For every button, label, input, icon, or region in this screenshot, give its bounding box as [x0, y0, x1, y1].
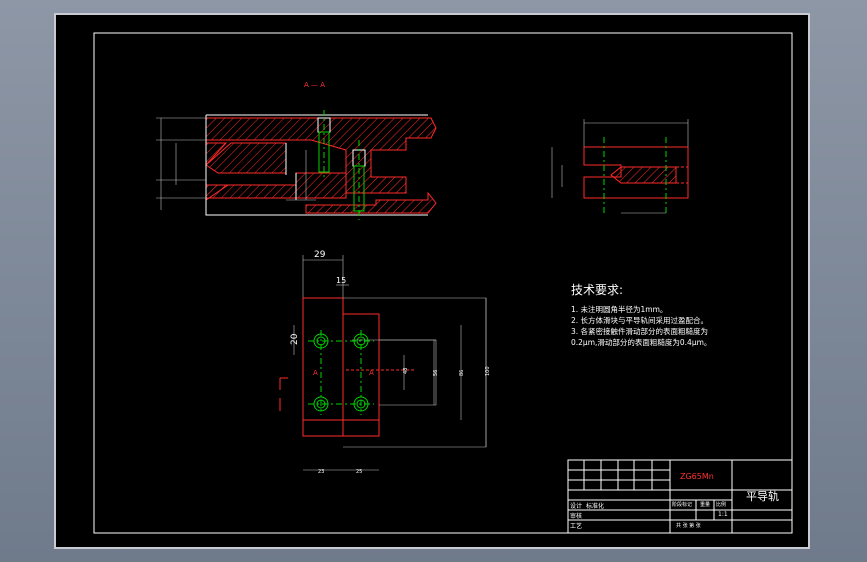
label-design: 设计: [570, 503, 583, 510]
dim-bottom-left: 23: [318, 469, 324, 475]
dim-width-total: 29: [314, 250, 326, 260]
section-mark-left: A: [313, 369, 318, 377]
dim-bottom-right: 25: [356, 469, 362, 475]
dim-width-inner: 15: [336, 276, 346, 285]
tech-item: 3. 各紧密接触件滑动部分的表面粗糙度为: [571, 327, 709, 336]
tech-item: 1. 未注明圆角半径为1mm。: [571, 305, 668, 314]
label-stage: 阶段标记: [672, 502, 693, 508]
top-view: 29 15 A A 20 48 56 86 100 23 25: [279, 250, 491, 475]
part-name: 平导轨: [746, 490, 779, 503]
label-review: 审核: [570, 513, 583, 520]
scale-value: 1:1: [718, 511, 728, 518]
section-mark-right: A: [369, 369, 374, 377]
tech-requirements: 技术要求: 1. 未注明圆角半径为1mm。 2. 长方体滑块与平导轨间采用过盈配…: [571, 281, 711, 348]
tech-title: 技术要求:: [571, 283, 624, 297]
label-process: 工艺: [570, 523, 583, 530]
label-sheet: 共 张 第 张: [676, 523, 701, 529]
tech-item: 0.2μm,滑动部分的表面粗糙度为0.4μm。: [571, 338, 712, 347]
label-weight: 重量: [700, 502, 711, 508]
label-scale: 比例: [716, 502, 727, 508]
dim-height-total: 100: [485, 366, 491, 376]
drawing-canvas: A — A 29 15 A A 20 48 56 86 100 23 25 技术…: [54, 13, 810, 549]
dim-hole-b: 56: [433, 370, 439, 376]
dim-height-mid: 86: [459, 370, 465, 376]
section-view: A — A: [156, 81, 437, 220]
dim-hole-a: 48: [403, 368, 409, 374]
label-standard: 标准化: [586, 503, 605, 510]
material-label: ZG65Mn: [680, 472, 714, 481]
side-view: [551, 119, 689, 215]
tech-item: 2. 长方体滑块与平导轨间采用过盈配合。: [571, 316, 709, 325]
dim-height-small: 20: [290, 333, 300, 345]
section-label: A — A: [304, 81, 325, 89]
